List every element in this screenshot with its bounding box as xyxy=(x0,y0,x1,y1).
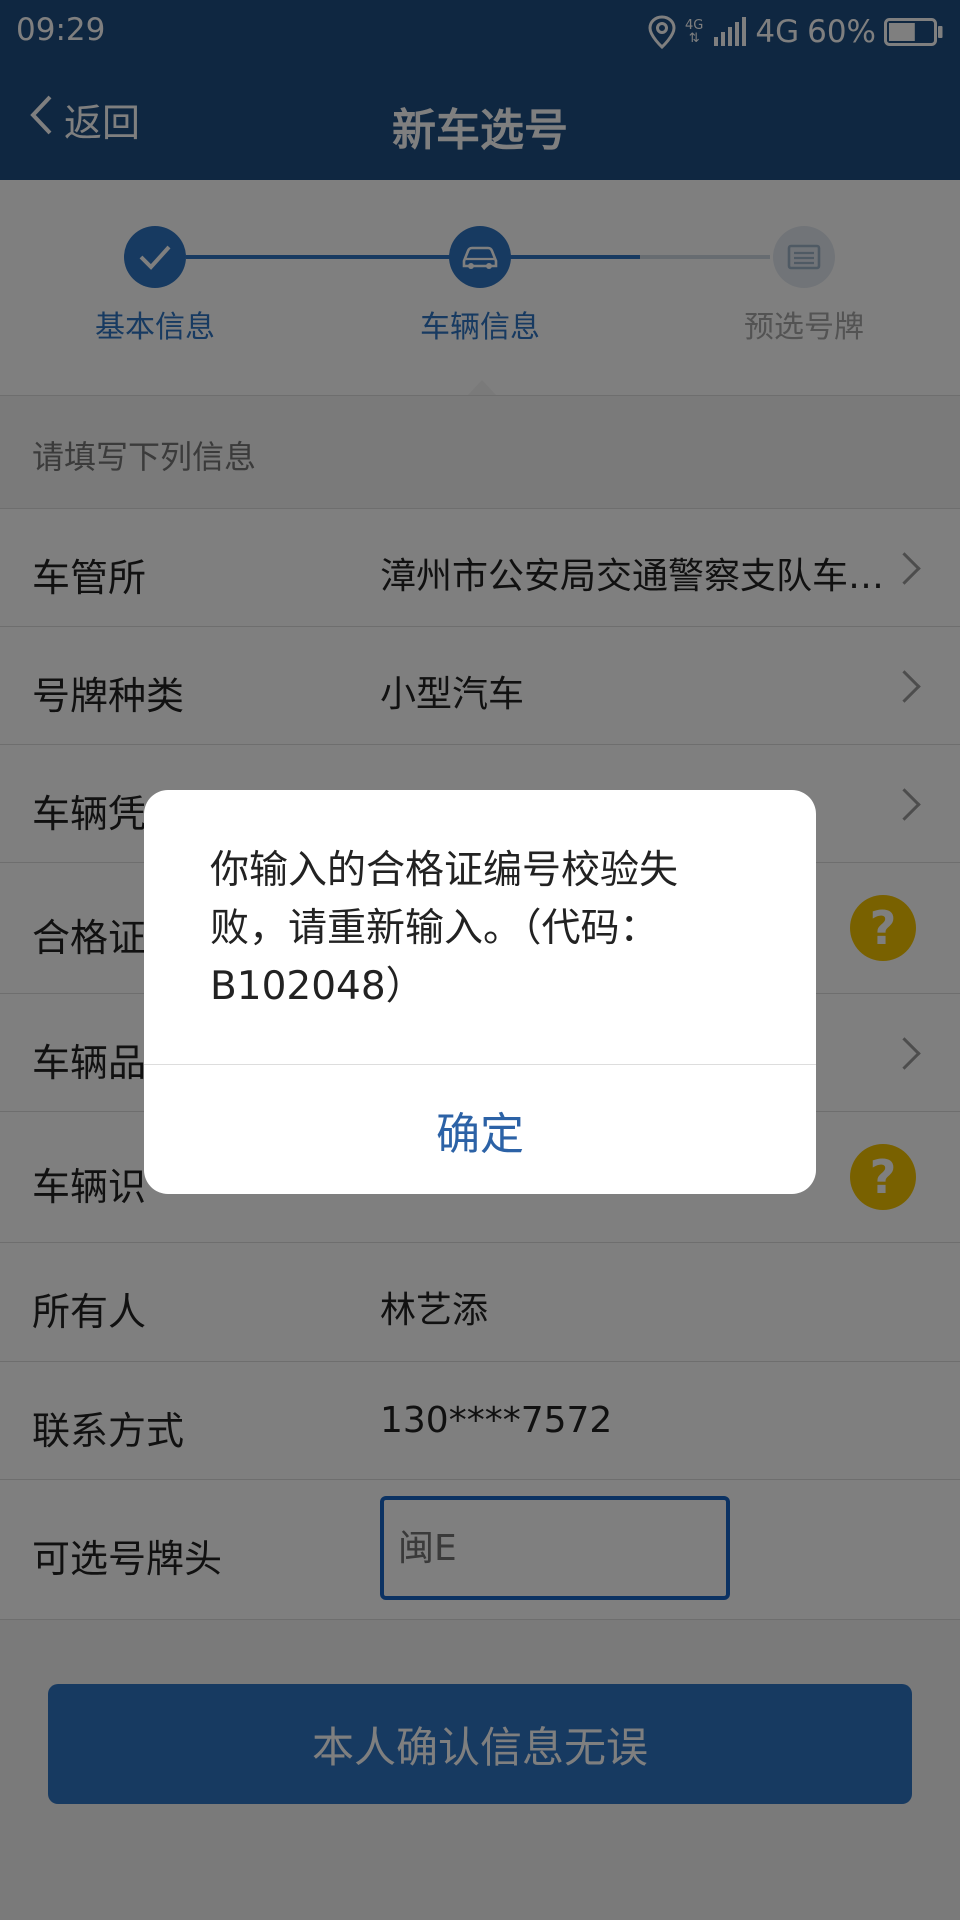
alert-dialog: 你输入的合格证编号校验失败，请重新输入。（代码：B102048） 确定 xyxy=(144,790,816,1194)
dialog-message: 你输入的合格证编号校验失败，请重新输入。（代码：B102048） xyxy=(210,848,679,1009)
dialog-ok-button[interactable]: 确定 xyxy=(144,1065,816,1194)
